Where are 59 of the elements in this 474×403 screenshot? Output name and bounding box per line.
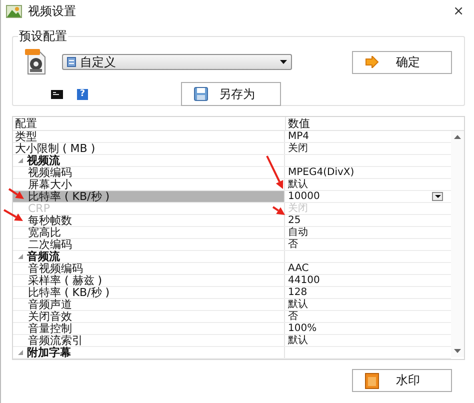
property-name[interactable]: 视频编码 <box>13 167 285 178</box>
save-as-button[interactable]: 另存为 <box>181 82 281 106</box>
preset-dropdown[interactable]: 自定义 <box>62 54 292 70</box>
video-file-icon <box>25 49 47 75</box>
arrow-icon <box>365 56 379 68</box>
floppy-icon <box>194 87 208 101</box>
property-value: 128 <box>288 287 308 298</box>
property-name[interactable]: 大小限制 ( MB ) <box>13 143 285 154</box>
close-button[interactable]: × <box>451 4 466 18</box>
expand-icon[interactable] <box>18 254 23 259</box>
dropdown-button[interactable] <box>432 192 443 201</box>
list-icon <box>67 57 76 67</box>
property-value: 关闭 <box>288 203 309 214</box>
property-value: 10000 <box>288 191 321 202</box>
property-value: AAC <box>288 263 310 274</box>
property-value: 默认 <box>288 335 309 346</box>
property-name[interactable]: 采样率 ( 赫兹 ) <box>13 275 285 286</box>
property-value: 25 <box>288 215 302 226</box>
group-label: 音频流 <box>27 251 60 262</box>
property-value: MP4 <box>288 131 310 142</box>
annotation-arrow <box>266 156 284 189</box>
caret-icon <box>434 195 440 198</box>
property-name[interactable]: 比特率 ( KB/秒 ) <box>13 191 285 202</box>
image-icon <box>365 372 379 388</box>
expand-icon[interactable] <box>18 158 23 163</box>
property-name[interactable]: 类型 <box>13 131 285 142</box>
group-title: 预设配置 <box>18 28 68 45</box>
property-name[interactable]: 比特率 ( KB/秒 ) <box>13 287 285 298</box>
group-label: 视频流 <box>27 155 60 166</box>
property-value: MPEG4(DivX) <box>288 167 356 178</box>
annotation-arrow <box>8 188 24 199</box>
expand-icon[interactable] <box>18 350 23 355</box>
property-name[interactable]: 二次编码 <box>13 239 285 250</box>
console-icon[interactable] <box>51 90 63 98</box>
column-header: 配置 <box>13 117 286 130</box>
column-header: 数值 <box>287 117 310 130</box>
property-value: 默认 <box>288 179 309 190</box>
app-icon <box>6 4 22 18</box>
property-value: 默认 <box>288 299 309 310</box>
caret-icon <box>280 60 287 64</box>
property-value: 100% <box>288 323 318 334</box>
property-value: 44100 <box>288 275 321 286</box>
property-name[interactable]: 音视频编码 <box>13 263 285 274</box>
annotation-arrow <box>272 206 285 215</box>
property-value: 否 <box>288 239 299 250</box>
property-name[interactable]: 关闭音效 <box>13 311 285 322</box>
window-title: 视频设置 <box>28 2 77 20</box>
property-value: 自动 <box>288 227 309 238</box>
help-button[interactable]: ? <box>77 88 88 100</box>
property-name[interactable]: 音频流索引 <box>13 335 285 346</box>
property-name[interactable]: 音量控制 <box>13 323 285 334</box>
property-value: 关闭 <box>288 143 309 154</box>
annotation-arrow <box>4 209 23 221</box>
ok-button[interactable]: 确定 <box>352 50 452 74</box>
property-name[interactable]: 音频声道 <box>13 299 285 310</box>
watermark-button[interactable]: 水印 <box>352 369 452 392</box>
property-name[interactable]: 宽高比 <box>13 227 285 238</box>
property-value: 否 <box>288 311 299 322</box>
group-label: 附加字幕 <box>27 347 71 358</box>
